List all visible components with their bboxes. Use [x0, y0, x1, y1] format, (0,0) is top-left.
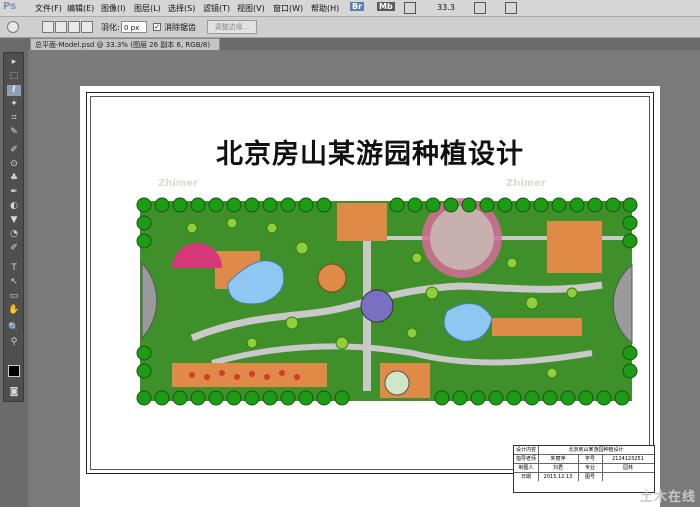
view-extras-icon[interactable]: [404, 2, 416, 14]
menu-file[interactable]: 文件(F): [35, 3, 62, 14]
lasso-tool-icon[interactable]: ℓ: [7, 85, 21, 96]
hand-tool-icon[interactable]: 🔍: [7, 323, 21, 334]
title-block-row: 指导老师 朱丽萍 学号 2124123251: [514, 455, 654, 464]
title-block: 设计内容 北京房山某游园种植设计 指导老师 朱丽萍 学号 2124123251 …: [513, 445, 655, 493]
quick-mask-icon[interactable]: ◙: [7, 387, 21, 398]
menu-select[interactable]: 选择(S): [168, 3, 195, 14]
history-brush-tool-icon[interactable]: ✒: [7, 187, 21, 198]
mini-bridge-button[interactable]: Mb: [377, 2, 395, 11]
title-block-row: 日期 2015.12.13 图号: [514, 473, 654, 481]
antialias-checkbox[interactable]: ✓: [153, 23, 161, 31]
new-selection-icon[interactable]: [42, 21, 54, 33]
foreground-color-swatch[interactable]: [8, 365, 20, 377]
add-selection-icon[interactable]: [55, 21, 67, 33]
menu-help[interactable]: 帮助(H): [311, 3, 339, 14]
watermark-text: Zhimer: [158, 178, 198, 189]
paving-area: [492, 318, 582, 336]
watermark-text: Zhimer: [506, 178, 546, 189]
dodge-tool-icon[interactable]: ✐: [7, 243, 21, 254]
menu-window[interactable]: 窗口(W): [273, 3, 303, 14]
title-block-row: 制图人 刘君 专业 园林: [514, 464, 654, 473]
menu-bar: Ps 文件(F) 编辑(E) 图像(I) 图层(L) 选择(S) 滤镜(T) 视…: [0, 0, 700, 17]
title-block-header: 设计内容 北京房山某游园种植设计: [514, 446, 654, 455]
document-tab[interactable]: 总平面-Model.psd @ 33.3% (图层 26 副本 6, RGB/8…: [30, 38, 220, 50]
arrange-documents-icon[interactable]: [474, 2, 486, 14]
round-pavilion: [317, 263, 347, 293]
move-tool-icon[interactable]: ▸: [7, 57, 21, 68]
screen-mode-icon[interactable]: [505, 2, 517, 14]
lasso-preset-icon[interactable]: [7, 21, 19, 33]
brush-tool-icon[interactable]: ⊙: [7, 159, 21, 170]
clone-stamp-tool-icon[interactable]: ♣: [7, 173, 21, 184]
drawing-sheet: 北京房山某游园种植设计 Zhimer Zhimer 设计内容 北京房山某游园种植…: [80, 86, 660, 507]
pen-tool-icon[interactable]: T: [7, 263, 21, 274]
intersect-selection-icon[interactable]: [81, 21, 93, 33]
round-pavilion: [384, 370, 410, 396]
toolbox: ▸ ⬚ ℓ ✦ ⌗ ✎ ✐ ⊙ ♣ ✒ ◐ ▼ ◔ ✐ T ↖ ▭ ✋ 🔍 ⚲ …: [3, 52, 24, 402]
menu-image[interactable]: 图像(I): [101, 3, 126, 14]
antialias-label: 消除锯齿: [164, 23, 196, 32]
eraser-tool-icon[interactable]: ◐: [7, 201, 21, 212]
quick-select-tool-icon[interactable]: ✦: [7, 99, 21, 110]
zoom-tool-icon[interactable]: ⚲: [7, 337, 21, 348]
subtract-selection-icon[interactable]: [68, 21, 80, 33]
drawing-title: 北京房山某游园种植设计: [216, 139, 524, 170]
crop-tool-icon[interactable]: ⌗: [7, 113, 21, 124]
paving-area: [337, 203, 387, 241]
menu-edit[interactable]: 编辑(E): [67, 3, 94, 14]
refine-edge-button[interactable]: 调整边缘...: [207, 20, 257, 34]
bridge-button[interactable]: Br: [350, 2, 365, 11]
path-selection-tool-icon[interactable]: ▭: [7, 291, 21, 302]
site-watermark: 土木在线: [639, 490, 696, 505]
healing-brush-tool-icon[interactable]: ✐: [7, 145, 21, 156]
eyedropper-tool-icon[interactable]: ✎: [7, 127, 21, 138]
menu-layer[interactable]: 图层(L): [134, 3, 161, 14]
gradient-tool-icon[interactable]: ▼: [7, 215, 21, 226]
paving-area: [547, 221, 602, 273]
photoshop-logo-icon: Ps: [3, 1, 17, 12]
feather-input[interactable]: 0 px: [121, 21, 147, 33]
options-bar: 羽化: 0 px ✓ 消除锯齿 调整边缘...: [0, 17, 700, 38]
circular-plaza-center: [430, 206, 494, 270]
shape-tool-icon[interactable]: ✋: [7, 305, 21, 316]
park-site-plan: [136, 197, 638, 406]
type-tool-icon[interactable]: ↖: [7, 277, 21, 288]
menu-filter[interactable]: 滤镜(T): [203, 3, 230, 14]
zoom-level[interactable]: 33.3: [437, 3, 455, 12]
menu-view[interactable]: 视图(V): [237, 3, 265, 14]
round-plaza: [360, 289, 394, 323]
blur-tool-icon[interactable]: ◔: [7, 229, 21, 240]
marquee-tool-icon[interactable]: ⬚: [7, 71, 21, 82]
feather-label: 羽化:: [101, 23, 120, 32]
